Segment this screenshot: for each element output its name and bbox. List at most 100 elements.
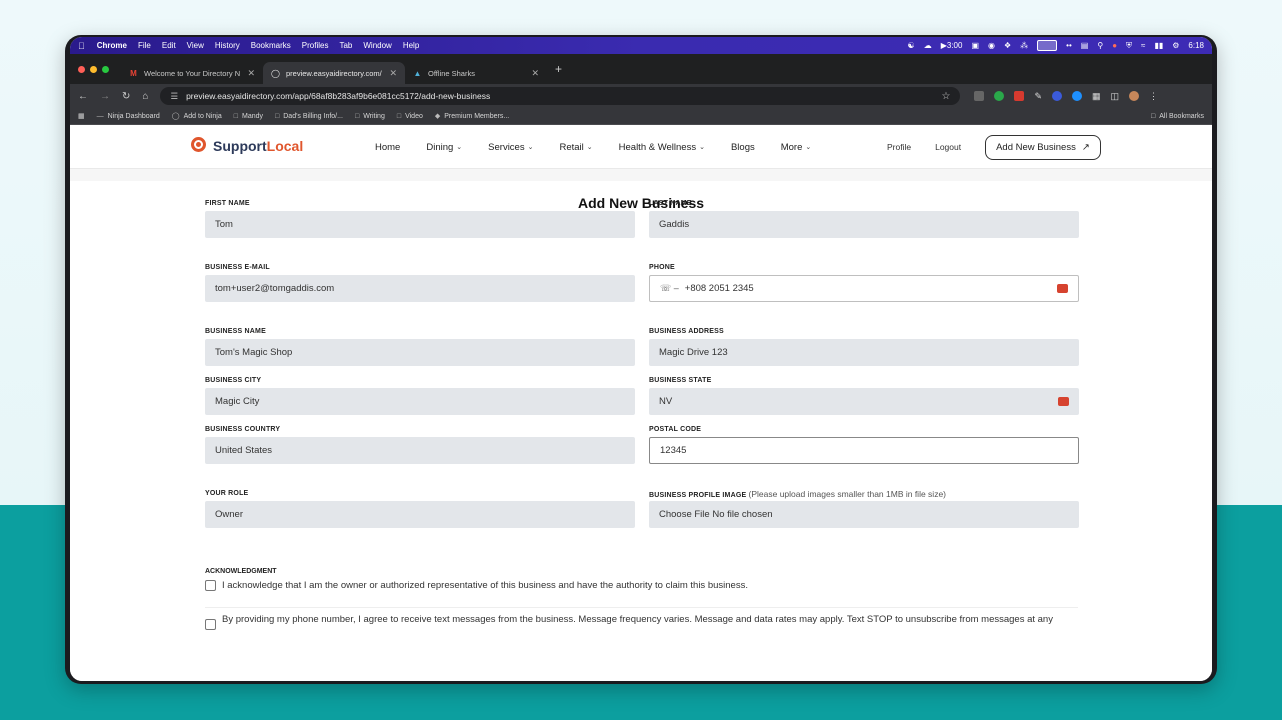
bookmark-mandy[interactable]: □ Mandy [234,113,263,120]
site-settings-icon[interactable]: ☰ [170,91,178,102]
ack-sms-checkbox[interactable] [205,619,216,630]
display-icon[interactable]: ▤ [1081,41,1089,50]
menu-view[interactable]: View [187,41,204,50]
search-icon[interactable]: ⚲ [1097,41,1103,50]
country-flag-icon[interactable]: ☏ – [660,283,679,294]
reading-list-icon[interactable]: ◫ [1111,91,1120,101]
wifi-icon[interactable]: ≈ [1141,41,1145,50]
all-bookmarks[interactable]: □ All Bookmarks [1151,113,1204,120]
menu-window[interactable]: Window [363,41,391,50]
nav-retail[interactable]: Retail ⌄ [559,142,592,153]
menu-profiles[interactable]: Profiles [302,41,329,50]
profile-link[interactable]: Profile [887,142,911,152]
clock[interactable]: 6:18 [1188,41,1204,50]
nav-blogs[interactable]: Blogs [731,142,755,153]
business-name-label: BUSINESS NAME [205,328,266,335]
extension-blue-icon[interactable] [1051,91,1062,101]
tab-welcome[interactable]: M Welcome to Your Directory N ✕ [121,62,263,84]
extensions: ✎ ▦ ◫ ⋮ [974,91,1158,101]
menu-help[interactable]: Help [403,41,419,50]
bluetooth-icon[interactable]: ⁂ [1020,41,1028,50]
menu-app-name[interactable]: Chrome [97,41,127,50]
add-new-business-button[interactable]: Add New Business ↗ [985,134,1101,160]
nav-home[interactable]: Home [375,142,400,153]
extension-icon[interactable] [974,91,985,101]
business-address-label: BUSINESS ADDRESS [649,328,724,335]
menu-history[interactable]: History [215,41,240,50]
business-name-field[interactable]: Tom's Magic Shop [205,339,635,366]
address-bar[interactable]: ☰ preview.easyaidirectory.com/app/68af8b… [160,87,961,105]
control-center-icon[interactable]: ⚙ [1172,41,1179,50]
home-icon[interactable]: ⌂ [142,91,148,102]
logout-link[interactable]: Logout [935,142,961,152]
apple-icon[interactable]:  [78,41,85,51]
toggle-icon[interactable]: ◉ [988,41,995,50]
business-address-field[interactable]: Magic Drive 123 [649,339,1079,366]
autofill-icon[interactable] [1057,284,1068,293]
reload-icon[interactable]: ↻ [122,91,130,102]
menu-tab[interactable]: Tab [339,41,352,50]
first-name-field[interactable]: Tom [205,211,635,238]
puzzle-icon[interactable]: ▦ [1092,91,1101,101]
dots-icon[interactable]: •• [1066,41,1072,50]
shield-icon[interactable]: ⛨ [1126,41,1132,51]
profile-image-file-input[interactable]: Choose File No file chosen [649,501,1079,528]
eyedropper-icon[interactable]: ✎ [1034,91,1042,101]
nav-health-wellness[interactable]: Health & Wellness ⌄ [619,142,705,153]
tab-preview[interactable]: ◯ preview.easyaidirectory.com/ ✕ [263,62,405,84]
extension-sync-icon[interactable] [1071,91,1082,101]
minimize-window-icon[interactable] [90,65,97,73]
site-logo[interactable]: Support Local [190,136,303,156]
sync-icon[interactable]: ☯ [908,41,915,50]
menu-bookmarks[interactable]: Bookmarks [251,41,291,50]
phone-field[interactable]: ☏ – +808 2051 2345 [649,275,1079,302]
close-tab-icon[interactable]: ✕ [247,68,255,79]
bookmark-add-to-ninja[interactable]: ◯ Add to Ninja [172,112,222,121]
new-tab-icon[interactable]: + [555,62,562,76]
nav-dining[interactable]: Dining ⌄ [426,142,462,153]
last-name-field[interactable]: Gaddis [649,211,1079,238]
business-city-field[interactable]: Magic City [205,388,635,415]
autofill-icon[interactable] [1058,397,1069,406]
logo-text-accent: Local [266,138,304,154]
timer-display[interactable]: ▶3:00 [941,41,963,50]
bookmark-video[interactable]: □ Video [397,113,423,120]
business-state-field[interactable]: NV [649,388,1079,415]
maximize-window-icon[interactable] [102,65,109,73]
role-field[interactable]: Owner [205,501,635,528]
back-icon[interactable]: ← [78,91,88,102]
nav-more[interactable]: More ⌄ [781,142,812,153]
apps-icon[interactable]: ▦ [78,112,85,120]
record-icon[interactable]: ● [1112,41,1117,50]
extension-badge-icon[interactable] [1014,91,1025,101]
email-field[interactable]: tom+user2@tomgaddis.com [205,275,635,302]
bookmark-ninja-dashboard[interactable]: — Ninja Dashboard [97,113,160,120]
cloud-icon[interactable]: ☁ [924,41,932,50]
ack-owner-checkbox[interactable] [205,580,216,591]
menu-file[interactable]: File [138,41,151,50]
postal-code-field[interactable]: 12345 [649,437,1079,464]
forward-icon[interactable]: → [100,91,110,102]
evernote-icon[interactable] [994,91,1005,101]
dropbox-icon[interactable]: ❖ [1004,41,1011,50]
window-icon[interactable]: ▣ [971,41,979,50]
chrome-menu-icon[interactable]: ⋮ [1149,91,1158,101]
close-tab-icon[interactable]: ✕ [389,68,397,79]
tab-offline-sharks[interactable]: ▲ Offline Sharks ✕ [405,62,547,84]
bookmark-star-icon[interactable]: ☆ [941,91,950,102]
bookmark-writing[interactable]: □ Writing [355,113,385,120]
ack-owner-text: I acknowledge that I am the owner or aut… [222,580,748,591]
menu-edit[interactable]: Edit [162,41,176,50]
business-city-label: BUSINESS CITY [205,377,262,384]
folder-icon: □ [275,112,280,120]
bookmark-dads-billing[interactable]: □ Dad's Billing Info/... [275,113,343,120]
close-window-icon[interactable] [78,65,85,73]
screen-share-icon[interactable] [1037,40,1058,51]
bookmark-premium-members[interactable]: ◆ Premium Members... [435,112,509,121]
nav-services[interactable]: Services ⌄ [488,142,533,153]
business-country-field[interactable]: United States [205,437,635,464]
battery-icon[interactable]: ▮▮ [1154,41,1163,50]
close-tab-icon[interactable]: ✕ [531,68,539,79]
profile-avatar[interactable] [1129,91,1140,101]
mac-menubar:  Chrome File Edit View History Bookmark… [70,37,1212,54]
